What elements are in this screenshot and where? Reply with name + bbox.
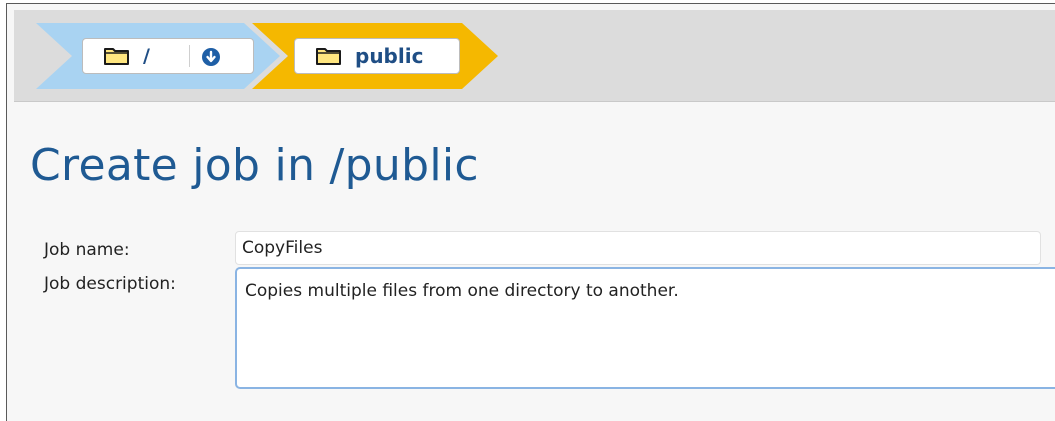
breadcrumb: / public [14, 10, 1055, 102]
chevron-down-circle-icon[interactable] [201, 47, 221, 67]
job-description-label: Job description: [44, 274, 176, 294]
folder-icon [316, 48, 341, 65]
breadcrumb-item-root[interactable]: / [82, 38, 254, 74]
breadcrumb-item-public[interactable]: public [294, 38, 460, 74]
job-name-label: Job name: [44, 240, 130, 260]
folder-icon [104, 48, 129, 65]
page-title: Create job in /public [30, 140, 479, 191]
breadcrumb-public-label: public [355, 44, 424, 68]
breadcrumb-separator [189, 45, 190, 67]
job-name-input[interactable] [235, 231, 1041, 265]
breadcrumb-root-label: / [143, 45, 150, 67]
job-description-textarea[interactable]: Copies multiple files from one directory… [235, 267, 1055, 389]
